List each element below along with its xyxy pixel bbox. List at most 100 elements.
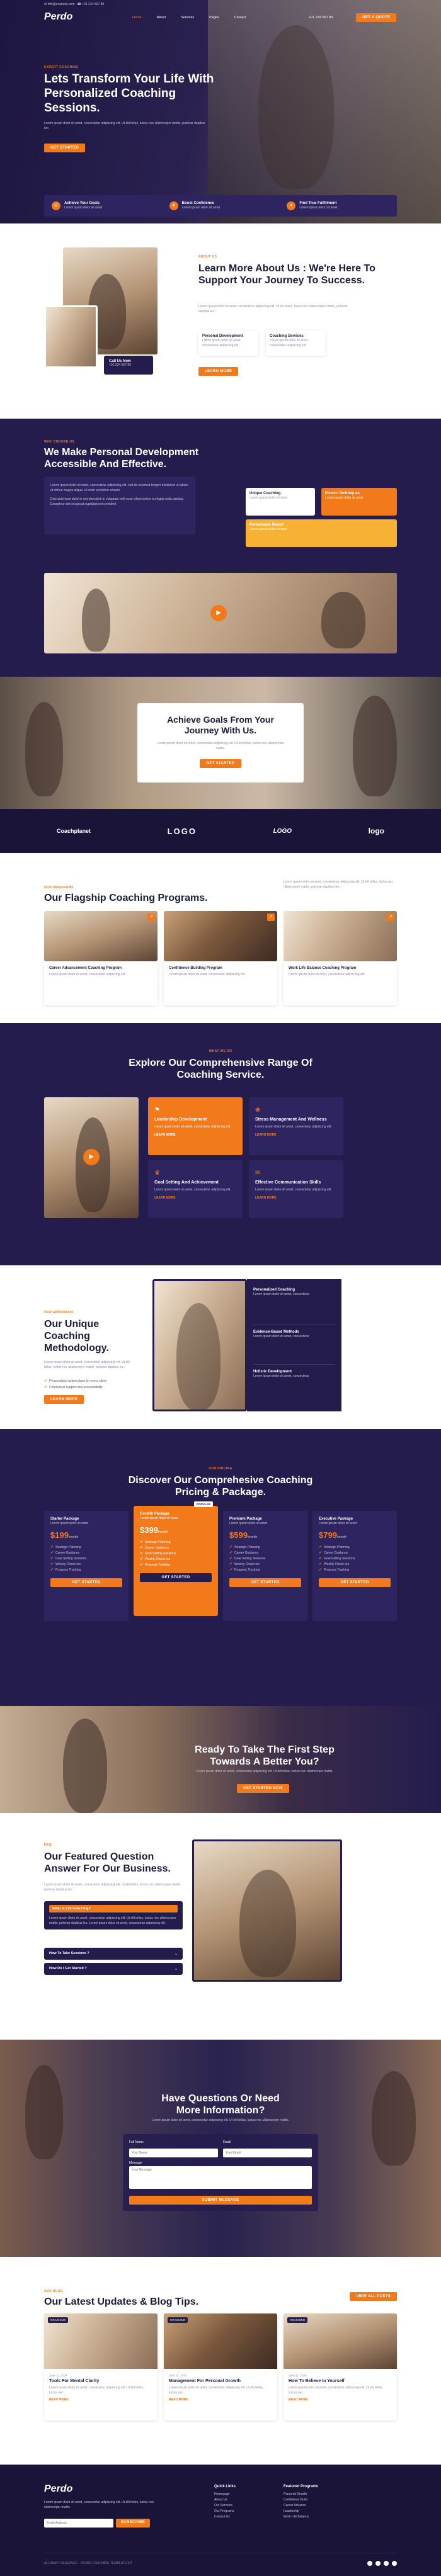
- faq-item-open[interactable]: What is Life Coaching? Lorem ipsum dolor…: [44, 1901, 183, 1929]
- plan-feature: ✔ Progress Tracking: [229, 1568, 260, 1572]
- service-learn-more-link[interactable]: LEARN MORE: [154, 1196, 236, 1200]
- footer-link[interactable]: Personal Growth: [284, 2492, 318, 2497]
- program-card[interactable]: ↗ Work Life Balance Coaching Program Lor…: [284, 911, 397, 1005]
- arrow-icon[interactable]: ↗: [147, 913, 155, 921]
- footer-link[interactable]: Career Advance: [284, 2503, 318, 2509]
- blog-card[interactable]: COACHING June 12, 2024 How To Believe In…: [284, 2313, 397, 2421]
- nav-quote-button[interactable]: GET A QUOTE: [356, 13, 397, 22]
- plan-get-started-button[interactable]: GET STARTED: [50, 1578, 122, 1587]
- footer-link[interactable]: Leadership: [284, 2509, 318, 2514]
- blog-post-title[interactable]: Management For Personal Growth: [169, 2379, 272, 2383]
- plan-text: Lorem ipsum dolor sit amet: [140, 1517, 178, 1520]
- topbar-phone[interactable]: +01 234 567 89: [82, 3, 104, 6]
- message-input[interactable]: [129, 2166, 312, 2189]
- chevron-down-icon: ⌄: [174, 1967, 178, 1971]
- read-more-link[interactable]: READ MORE: [169, 2398, 272, 2402]
- plan-feature: ✔ Goal Setting Sessions: [229, 1557, 266, 1561]
- program-card[interactable]: ↗ Career Advancement Coaching Program Lo…: [44, 911, 158, 1005]
- faq-question[interactable]: How To Take Sessions ?: [49, 1952, 89, 1956]
- nav-item-about[interactable]: About: [157, 16, 166, 20]
- logo[interactable]: Perdo: [44, 11, 72, 23]
- nav-item-services[interactable]: Services: [181, 16, 194, 20]
- about-learn-more-button[interactable]: LEARN MORE: [198, 367, 239, 376]
- video-play-button[interactable]: ▶: [210, 605, 227, 621]
- submit-message-button[interactable]: SUBMIT MESSAGE: [129, 2196, 312, 2205]
- footer-link[interactable]: Work Life Balance: [284, 2514, 318, 2520]
- blog-card[interactable]: COACHING June 12, 2024 Tools For Mental …: [44, 2313, 158, 2421]
- linkedin-icon[interactable]: [392, 2561, 397, 2566]
- subscribe-button[interactable]: SUBSCRIBE: [116, 2519, 151, 2528]
- footer-link[interactable]: Confidence Build: [284, 2497, 318, 2503]
- instagram-icon[interactable]: [384, 2561, 389, 2566]
- pricing-card-featured: POPULAR Growth Package Lorem ipsum dolor…: [134, 1501, 218, 1616]
- read-more-link[interactable]: READ MORE: [49, 2398, 152, 2402]
- ready-get-started-button[interactable]: GET STARTED NOW: [237, 1784, 289, 1793]
- dev-card-text: Lorem ipsum dolor sit amet: [325, 496, 364, 500]
- service-card[interactable]: ⚑ Leadership Development Lorem ipsum dol…: [148, 1097, 243, 1155]
- footer-link[interactable]: Homepage: [214, 2492, 236, 2497]
- social-icons: [367, 2561, 397, 2566]
- hero-get-started-button[interactable]: GET STARTED: [44, 144, 86, 152]
- newsletter-email-input[interactable]: [44, 2519, 113, 2528]
- method-learn-more-button[interactable]: LEARN MORE: [44, 1395, 84, 1404]
- arrow-icon[interactable]: ↗: [267, 913, 275, 921]
- service-learn-more-link[interactable]: LEARN MORE: [154, 1133, 236, 1137]
- services-play-button[interactable]: ▶: [83, 1149, 100, 1165]
- footer-link[interactable]: Our Programs: [214, 2509, 236, 2514]
- topbar-email[interactable]: info@example.com: [48, 3, 75, 6]
- view-all-posts-button[interactable]: VIEW ALL POSTS: [350, 2292, 397, 2301]
- footer-link[interactable]: Our Services: [214, 2503, 236, 2509]
- blog-post-title[interactable]: Tools For Mental Clarity: [49, 2379, 152, 2383]
- blog-category[interactable]: COACHING: [287, 2317, 308, 2323]
- check-icon: ✔: [44, 1379, 48, 1383]
- program-card[interactable]: ↗ Confidence Building Program Lorem ipsu…: [164, 911, 277, 1005]
- plan-text: Lorem ipsum dolor sit amet: [319, 1522, 357, 1525]
- faq-item[interactable]: How To Take Sessions ? ⌄: [44, 1948, 183, 1960]
- nav-item-home[interactable]: Home: [132, 16, 142, 20]
- footer-link[interactable]: Contact Us: [214, 2514, 236, 2520]
- arrow-icon[interactable]: ↗: [387, 913, 394, 921]
- blog-post-title[interactable]: How To Believe In Yourself: [289, 2379, 392, 2383]
- service-title: Effective Communication Skills: [255, 1180, 321, 1185]
- main-nav: Home About Services Pages Contact: [132, 16, 246, 20]
- blog-photo: COACHING: [284, 2313, 397, 2369]
- name-input[interactable]: [129, 2149, 218, 2157]
- service-learn-more-link[interactable]: LEARN MORE: [255, 1133, 337, 1137]
- nav-item-contact[interactable]: Contact: [234, 16, 246, 20]
- faq-question[interactable]: What is Life Coaching?: [49, 1905, 178, 1912]
- faq-question[interactable]: How Do I Get Started ?: [49, 1967, 87, 1971]
- ready-section: Ready To Take The First Step Towards A B…: [0, 1706, 441, 1813]
- goals-section: Achieve Goals From Your Journey With Us.…: [0, 677, 441, 809]
- blog-category[interactable]: COACHING: [48, 2317, 69, 2323]
- plan-get-started-button[interactable]: GET STARTED: [140, 1573, 212, 1582]
- faq-item[interactable]: How Do I Get Started ? ⌄: [44, 1963, 183, 1975]
- goals-title: Achieve Goals From Your Journey With Us.: [167, 715, 274, 735]
- blog-post-text: Lorem ipsum dolor sit amet, consectetur …: [49, 2386, 144, 2395]
- plan-get-started-button[interactable]: GET STARTED: [319, 1578, 391, 1587]
- method-item-text: Lorem ipsum dolor sit amet, consectetur: [253, 1292, 309, 1296]
- program-text: Lorem ipsum dolor sit amet, consectetur …: [49, 973, 126, 976]
- plan-feature: ✔ Goal Setting Sessions: [140, 1552, 176, 1556]
- blog-card[interactable]: COACHING June 12, 2024 Management For Pe…: [164, 2313, 277, 2421]
- nav-item-pages[interactable]: Pages: [209, 16, 219, 20]
- service-learn-more-link[interactable]: LEARN MORE: [255, 1196, 337, 1200]
- ready-text: Lorem ipsum dolor sit amet, consectetur …: [196, 1770, 333, 1773]
- email-input[interactable]: [223, 2149, 312, 2157]
- goals-get-started-button[interactable]: GET STARTED: [200, 759, 241, 768]
- footer-link[interactable]: About Us: [214, 2497, 236, 2503]
- read-more-link[interactable]: READ MORE: [289, 2398, 392, 2402]
- blog-category[interactable]: COACHING: [168, 2317, 188, 2323]
- blog-date: June 12, 2024: [49, 2374, 67, 2377]
- facebook-icon[interactable]: [367, 2561, 372, 2566]
- service-card[interactable]: ✉ Effective Communication Skills Lorem i…: [249, 1160, 343, 1218]
- nav-phone[interactable]: +01 234 567 89: [309, 16, 333, 20]
- ready-title: Ready To Take The First Step Towards A B…: [195, 1744, 335, 1767]
- method-item: Holistic Development Lorem ipsum dolor s…: [253, 1365, 335, 1404]
- twitter-icon[interactable]: [375, 2561, 381, 2566]
- plan-get-started-button[interactable]: GET STARTED: [229, 1578, 301, 1587]
- service-card[interactable]: ❀ Stress Management And Wellness Lorem i…: [249, 1097, 343, 1155]
- call-number[interactable]: +01 234 567 89: [109, 363, 148, 367]
- dev-text: Lorem ipsum dolor sit amet, consectetur …: [50, 483, 188, 492]
- service-card[interactable]: ♛ Goal Setting And Achievement Lorem ips…: [148, 1160, 243, 1218]
- footer-logo[interactable]: Perdo: [44, 2483, 72, 2495]
